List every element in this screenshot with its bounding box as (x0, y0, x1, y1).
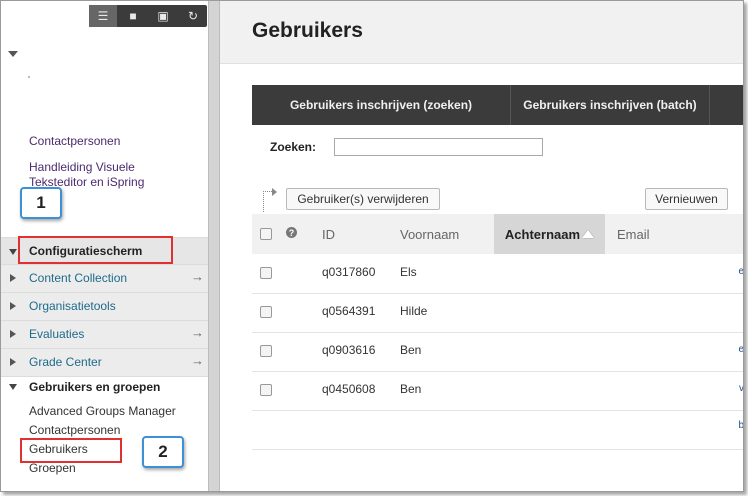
sort-ascending-icon (582, 230, 595, 238)
cut-off-text: e (738, 344, 744, 355)
search-input[interactable] (334, 138, 543, 156)
row-checkbox[interactable] (260, 345, 272, 357)
control-panel-item-grade-center[interactable]: Grade Center → (1, 348, 208, 377)
action-bar: Gebruikers inschrijven (zoeken) Gebruike… (252, 85, 743, 125)
table-row: q0564391 Hilde (252, 293, 743, 333)
column-header-email[interactable]: Email (617, 214, 650, 254)
sidebar-link-handleiding[interactable]: Handleiding Visuele (29, 160, 135, 175)
cell-id: q0564391 (322, 304, 376, 318)
collapse-toggle-icon[interactable] (8, 51, 18, 57)
page-header: Gebruikers (220, 1, 743, 64)
search-label: Zoeken: (270, 140, 317, 154)
separator-dot (28, 76, 30, 78)
item-label: Grade Center (29, 355, 102, 369)
users-groups-label: Gebruikers en groepen (29, 380, 161, 394)
expand-down-icon (9, 384, 17, 390)
arrow-right-icon[interactable]: → (191, 353, 204, 368)
sidebar-link-contactpersonen[interactable]: Contactpersonen (29, 134, 120, 149)
main-content: Gebruikers Gebruikers inschrijven (zoeke… (220, 1, 744, 491)
table-row: q0450608 Ben v (252, 371, 744, 411)
highlight-configuratiescherm (18, 236, 173, 264)
cell-first-name: Ben (400, 382, 422, 396)
table-row: q0903616 Ben e (252, 332, 744, 372)
column-header-id[interactable]: ID (322, 214, 335, 254)
cell-id: q0317860 (322, 265, 376, 279)
column-header-last-name-label: Achternaam (504, 226, 581, 242)
cut-off-text: e (738, 266, 744, 277)
expand-right-icon (10, 358, 16, 366)
refresh-button[interactable]: Vernieuwen (645, 188, 728, 210)
table-header: ? ID Voornaam Achternaam Email (252, 214, 743, 254)
expand-down-icon (9, 249, 17, 255)
sub-link-groepen[interactable]: Groepen (29, 461, 76, 475)
table-row: b (252, 410, 744, 450)
control-panel-item-content-collection[interactable]: Content Collection → (1, 264, 208, 292)
highlight-gebruikers (20, 438, 122, 463)
row-checkbox[interactable] (260, 384, 272, 396)
row-checkbox[interactable] (260, 306, 272, 318)
expand-right-icon (10, 274, 16, 282)
cell-id: q0450608 (322, 382, 376, 396)
expand-right-icon (10, 330, 16, 338)
list-icon[interactable]: ☰ (89, 5, 117, 27)
cell-first-name: Ben (400, 343, 422, 357)
column-header-last-name[interactable]: Achternaam (494, 214, 605, 254)
cut-off-text: v (739, 383, 744, 394)
enroll-search-button[interactable]: Gebruikers inschrijven (zoeken) (252, 85, 511, 125)
enroll-batch-button[interactable]: Gebruikers inschrijven (batch) (511, 85, 710, 125)
sub-link-contactpersonen[interactable]: Contactpersonen (29, 423, 120, 437)
bulk-action-arrow-icon (263, 188, 277, 212)
control-panel-item-organisatietools[interactable]: Organisatietools (1, 292, 208, 320)
cell-first-name: Els (400, 265, 417, 279)
folder-icon[interactable]: ■ (119, 5, 147, 27)
cell-id: q0903616 (322, 343, 376, 357)
select-all-checkbox[interactable] (260, 228, 272, 240)
control-panel-item-evaluaties[interactable]: Evaluaties → (1, 320, 208, 348)
column-header-first-name[interactable]: Voornaam (400, 214, 459, 254)
window: ☰ ■ ▣ ↻ Contactpersonen Handleiding Visu… (0, 0, 744, 492)
arrow-right-icon[interactable]: → (191, 325, 204, 340)
row-checkbox[interactable] (260, 267, 272, 279)
expand-right-icon (10, 302, 16, 310)
item-label: Content Collection (29, 271, 128, 285)
delete-users-button[interactable]: Gebruiker(s) verwijderen (286, 188, 440, 210)
table-row: q0317860 Els e (252, 254, 744, 294)
users-groups-header[interactable]: Gebruikers en groepen (1, 378, 208, 398)
panel-divider[interactable] (208, 1, 220, 491)
callout-step-2: 2 (142, 436, 184, 468)
cell-first-name: Hilde (400, 304, 428, 318)
cut-off-text: b (738, 420, 744, 431)
sidebar-toolbar: ☰ ■ ▣ ↻ (89, 5, 207, 27)
help-icon[interactable]: ? (286, 227, 297, 238)
page-title: Gebruikers (252, 19, 363, 42)
folder-tree-icon[interactable]: ▣ (149, 5, 177, 27)
refresh-icon[interactable]: ↻ (179, 5, 207, 27)
item-label: Organisatietools (29, 299, 116, 313)
sub-link-advanced-groups[interactable]: Advanced Groups Manager (29, 404, 176, 418)
callout-step-1: 1 (20, 187, 62, 219)
item-label: Evaluaties (29, 327, 85, 341)
arrow-right-icon[interactable]: → (191, 269, 204, 284)
